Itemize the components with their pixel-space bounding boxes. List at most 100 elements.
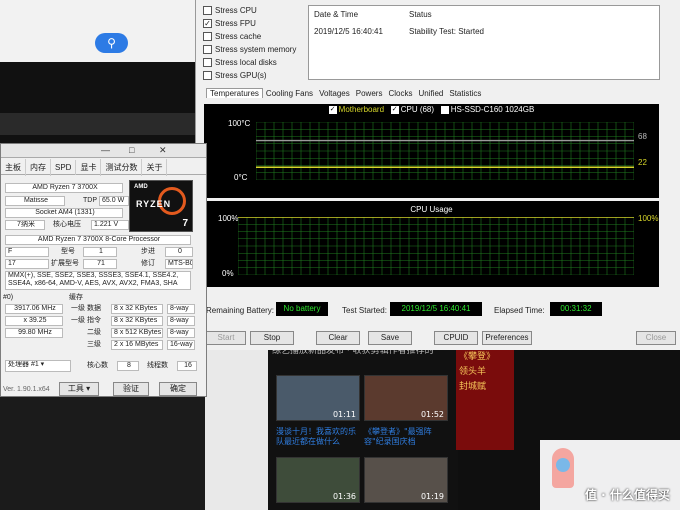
chart-legend: ✓ Motherboard ✓ CPU (68) HS-SSD-C160 1024G… — [204, 104, 659, 116]
temperature-plot — [256, 122, 634, 180]
elapsed-label: Elapsed Time: — [494, 306, 545, 315]
legend-motherboard: Motherboard — [338, 105, 385, 114]
cpuz-window: — □ ✕ 主板 内存 SPD 显卡 测试分数 关于 AMD Ryzen 7 3700X … — [0, 143, 207, 397]
validate-button[interactable]: 验证 — [113, 382, 149, 396]
cpu-usage-chart: CPU Usage 100% 0% 100% — [204, 201, 659, 287]
battery-value: No battery — [276, 302, 328, 316]
cache-l1d-way: 8-way — [167, 304, 195, 314]
tools-button[interactable]: 工具 ▾ — [59, 382, 99, 396]
close-icon[interactable]: ✕ — [159, 145, 167, 156]
stress-memory-checkbox[interactable]: Stress system memory — [203, 45, 296, 55]
watermark: 值 · 什么值得买 — [585, 488, 670, 502]
cpuz-tabs: 主板 内存 SPD 显卡 测试分数 关于 — [1, 159, 206, 176]
usage-axis-top: 100% — [218, 214, 239, 223]
cache-label: 缓存 — [69, 294, 83, 301]
cpu-technology: 7纳米 — [5, 220, 45, 230]
sensor-tabs: Temperatures Cooling Fans Voltages Powers Cl… — [206, 88, 676, 102]
log-header-status: Status — [409, 10, 432, 19]
cpu-stepping: 0 — [165, 247, 193, 257]
cpu-ext-model: 71 — [83, 259, 117, 269]
video-duration: 01:19 — [420, 492, 444, 501]
cache-l1i-size: 8 x 32 KBytes — [111, 316, 163, 326]
stress-cpu-checkbox[interactable]: Stress CPU — [203, 6, 257, 16]
video-thumb[interactable]: 01:36 — [276, 457, 360, 503]
temperature-chart: 100°C 0°C 68 22 — [204, 116, 659, 198]
maximize-icon[interactable]: □ — [129, 145, 134, 155]
video-duration: 01:11 — [332, 410, 356, 419]
video-thumb[interactable]: 01:19 — [364, 457, 448, 503]
cpu-specification: AMD Ryzen 7 3700X 8-Core Processor — [5, 235, 191, 245]
cache-l2-label: 二级 — [87, 329, 101, 336]
search-icon[interactable]: ⚲ — [95, 33, 128, 53]
cpu-ext-family: 17 — [5, 259, 49, 269]
legend-check[interactable] — [440, 105, 449, 114]
model-label: 型号 — [61, 248, 75, 255]
battery-label: Remaining Battery: — [206, 306, 275, 315]
tab-clocks[interactable]: Clocks — [385, 89, 415, 98]
video-thumb[interactable]: 01:52 — [364, 375, 448, 421]
voltage-label: 核心电压 — [53, 221, 81, 228]
stress-cache-checkbox[interactable]: Stress cache — [203, 32, 261, 42]
tab-mainboard[interactable]: 主板 — [1, 159, 26, 176]
tab-voltages[interactable]: Voltages — [316, 89, 353, 98]
legend-check[interactable]: ✓ — [390, 105, 399, 114]
started-label: Test Started: — [342, 306, 387, 315]
stress-gpu-checkbox[interactable]: Stress GPU(s) — [203, 71, 267, 81]
started-value: 2019/12/5 16:40:41 — [390, 302, 482, 316]
cache-l2-way: 8-way — [167, 328, 195, 338]
tab-unified[interactable]: Unified — [415, 89, 446, 98]
version-label: Ver. 1.90.1.x64 — [3, 386, 50, 393]
stress-disks-checkbox[interactable]: Stress local disks — [203, 58, 277, 68]
tab-memory[interactable]: 内存 — [26, 159, 51, 176]
usage-plot — [238, 217, 634, 275]
legend-check[interactable]: ✓ — [328, 105, 337, 114]
usage-chart-title: CPU Usage — [410, 205, 453, 214]
tab-cooling-fans[interactable]: Cooling Fans — [263, 89, 316, 98]
log-header-date: Date & Time — [314, 10, 359, 19]
video-duration: 01:36 — [332, 492, 356, 501]
revision-label: 修订 — [141, 260, 155, 267]
video-caption[interactable]: 《攀登者》"最强阵容"纪录国庆档 — [364, 427, 450, 447]
tab-temperatures[interactable]: Temperatures — [206, 88, 263, 98]
cpuz-title-bar: — □ ✕ — [1, 144, 206, 158]
stability-test-window: Stress CPU ✓ Stress FPU Stress cache Stre… — [195, 0, 680, 350]
bus-speed: 99.80 MHz — [5, 328, 63, 338]
cpu-model: 1 — [83, 247, 117, 257]
legend-cpu: CPU (68) — [400, 105, 435, 114]
stepping-label: 步进 — [141, 248, 155, 255]
mb-temp-value: 22 — [638, 158, 647, 167]
browser-strip — [0, 113, 205, 135]
stress-fpu-checkbox[interactable]: ✓ Stress FPU — [203, 19, 256, 29]
preferences-button[interactable]: Preferences — [482, 331, 532, 345]
ad-line: 封城赋 — [459, 382, 487, 392]
elapsed-value: 00:31:32 — [550, 302, 602, 316]
cpu-temp-value: 68 — [638, 132, 647, 141]
cpu-instructions: MMX(+), SSE, SSE2, SSE3, SSSE3, SSE4.1, … — [5, 271, 191, 290]
minimize-icon[interactable]: — — [101, 145, 110, 155]
cpuid-button[interactable]: CPUID — [434, 331, 478, 345]
ok-button[interactable]: 确定 — [159, 382, 197, 396]
tab-spd[interactable]: SPD — [51, 160, 77, 175]
status-log: Date & Time Status 2019/12/5 16:40:41 St… — [308, 5, 660, 80]
close-button[interactable]: Close — [636, 331, 676, 345]
video-duration: 01:52 — [420, 410, 444, 419]
cores-value: 8 — [117, 361, 139, 371]
start-button[interactable]: Start — [206, 331, 246, 345]
cache-l2-size: 8 x 512 KBytes — [111, 328, 163, 338]
tab-bench[interactable]: 测试分数 — [101, 159, 143, 176]
ad-line: 《攀登》 — [459, 352, 496, 362]
legend-ssd: HS-SSD-C160 1024GB — [450, 105, 535, 114]
save-button[interactable]: Save — [368, 331, 412, 345]
video-caption[interactable]: 漫谈十月！我喜欢的乐队最近都在做什么 — [276, 427, 362, 447]
ad-banner[interactable]: 《攀登》 领头羊 封城赋 — [456, 350, 514, 450]
clear-button[interactable]: Clear — [316, 331, 360, 345]
cache-l1d-size: 8 x 32 KBytes — [111, 304, 163, 314]
stop-button[interactable]: Stop — [250, 331, 294, 345]
tab-about[interactable]: 关于 — [142, 159, 168, 176]
processor-select[interactable]: 处理器 #1 ▾ — [5, 360, 71, 372]
tab-graphics[interactable]: 显卡 — [76, 159, 102, 176]
clocks-label: #0) — [3, 294, 14, 301]
video-thumb[interactable]: 01:11 — [276, 375, 360, 421]
tab-powers[interactable]: Powers — [353, 89, 386, 98]
tab-statistics[interactable]: Statistics — [446, 89, 484, 98]
